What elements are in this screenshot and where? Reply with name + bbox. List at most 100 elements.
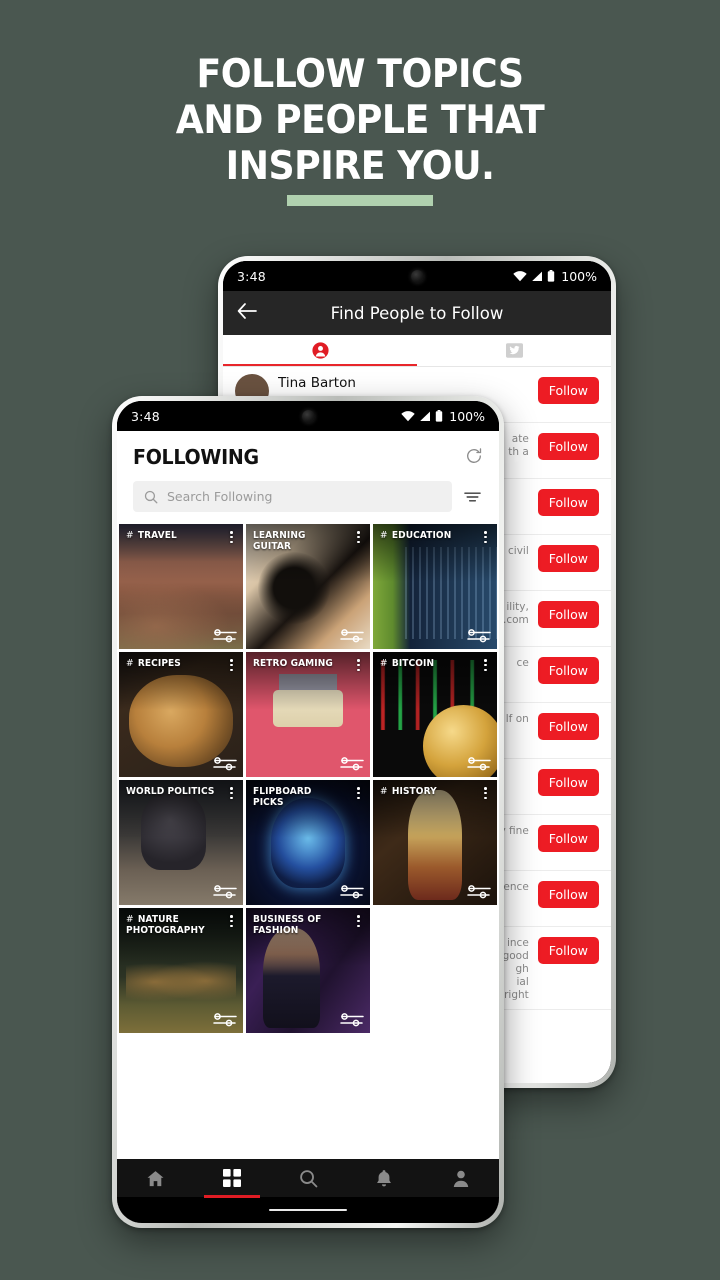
topic-label-text: EDUCATION (391, 530, 452, 541)
search-row: Search Following (117, 469, 499, 524)
back-battery-percent: 100% (561, 268, 597, 284)
follow-button[interactable]: Follow (537, 601, 599, 628)
front-camera-punchhole (410, 269, 424, 283)
follow-button[interactable]: Follow (537, 825, 599, 852)
tune-sliders-icon[interactable] (212, 884, 238, 899)
wifi-icon (401, 410, 415, 422)
tab-twitter[interactable] (417, 335, 611, 366)
nav-grid[interactable] (193, 1169, 269, 1187)
topic-label: FLIPBOARD PICKS (253, 786, 345, 808)
more-options-icon[interactable] (226, 786, 237, 800)
nav-bell[interactable] (346, 1169, 422, 1188)
topic-label-text: RECIPES (137, 658, 181, 670)
follow-button[interactable]: Follow (537, 713, 599, 740)
empty-tile-slot (373, 908, 497, 1034)
tune-sliders-icon[interactable] (212, 756, 238, 771)
grid-icon (222, 1169, 241, 1187)
wifi-icon (513, 270, 527, 282)
home-icon (146, 1169, 165, 1188)
topic-tile[interactable]: WORLD POLITICS (119, 780, 243, 906)
hashtag-icon: # (126, 658, 134, 670)
tune-sliders-icon[interactable] (466, 628, 492, 643)
topic-tile[interactable]: BUSINESS OF FASHION (246, 908, 370, 1034)
topic-label: LEARNING GUITAR (253, 530, 345, 552)
tune-sliders-icon[interactable] (466, 884, 492, 899)
follow-button[interactable]: Follow (537, 937, 599, 964)
front-status-bar: 3:48 100% (117, 401, 499, 431)
topic-label: # NATURE PHOTOGRAPHY (126, 914, 218, 936)
back-tab-bar (223, 335, 611, 367)
gesture-bar (117, 1197, 499, 1223)
tune-sliders-icon[interactable] (339, 628, 365, 643)
person-meta: Tina Barton (278, 374, 529, 393)
filter-icon[interactable] (462, 488, 483, 506)
topic-tile[interactable]: # EDUCATION (373, 524, 497, 650)
back-arrow-icon[interactable] (237, 303, 257, 323)
follow-button[interactable]: Follow (537, 433, 599, 460)
refresh-icon[interactable] (465, 445, 483, 465)
person-icon (311, 342, 329, 359)
topic-tile[interactable]: LEARNING GUITAR (246, 524, 370, 650)
battery-icon (547, 270, 555, 282)
topic-tile[interactable]: # HISTORY (373, 780, 497, 906)
nav-search[interactable] (270, 1169, 346, 1188)
more-options-icon[interactable] (480, 658, 491, 672)
headline-underline (287, 195, 433, 206)
more-options-icon[interactable] (353, 530, 364, 544)
bottom-navigation (117, 1159, 499, 1198)
more-options-icon[interactable] (353, 914, 364, 928)
nav-active-indicator (193, 1195, 269, 1198)
page-title: FOLLOW TOPICS AND PEOPLE THAT INSPIRE YO… (25, 52, 695, 190)
search-input[interactable]: Search Following (133, 481, 452, 512)
front-status-clock: 3:48 (131, 408, 160, 424)
topic-label: # EDUCATION (380, 530, 472, 541)
tune-sliders-icon[interactable] (212, 1012, 238, 1027)
more-options-icon[interactable] (226, 658, 237, 672)
topic-label: # HISTORY (380, 786, 472, 797)
topic-tile[interactable]: # RECIPES (119, 652, 243, 778)
follow-button[interactable]: Follow (537, 657, 599, 684)
tune-sliders-icon[interactable] (339, 884, 365, 899)
topic-label-text: FLIPBOARD PICKS (253, 786, 312, 809)
topic-label: WORLD POLITICS (126, 786, 218, 797)
topic-tile[interactable]: RETRO GAMING (246, 652, 370, 778)
follow-button[interactable]: Follow (537, 489, 599, 516)
tune-sliders-icon[interactable] (339, 756, 365, 771)
person-name: Tina Barton (278, 375, 356, 391)
topic-label-text: HISTORY (391, 786, 437, 798)
more-options-icon[interactable] (226, 914, 237, 928)
nav-home[interactable] (117, 1169, 193, 1188)
back-status-bar: 3:48 100% (223, 261, 611, 291)
tune-sliders-icon[interactable] (212, 628, 238, 643)
hashtag-icon: # (380, 530, 388, 541)
follow-button[interactable]: Follow (537, 377, 599, 404)
following-title: FOLLOWING (133, 445, 259, 469)
topic-tile[interactable]: FLIPBOARD PICKS (246, 780, 370, 906)
tune-sliders-icon[interactable] (466, 756, 492, 771)
hashtag-icon: # (126, 530, 134, 541)
back-appbar-title: Find People to Follow (330, 303, 504, 323)
more-options-icon[interactable] (480, 786, 491, 800)
topic-tile[interactable]: # BITCOIN (373, 652, 497, 778)
follow-button[interactable]: Follow (537, 769, 599, 796)
front-camera-punchhole (301, 409, 315, 423)
tune-sliders-icon[interactable] (339, 1012, 365, 1027)
nav-profile[interactable] (423, 1169, 499, 1188)
topic-label: # BITCOIN (380, 658, 472, 669)
more-options-icon[interactable] (353, 786, 364, 800)
search-icon (144, 490, 158, 504)
follow-button[interactable]: Follow (537, 881, 599, 908)
topic-grid: # TRAVEL LEARNING GUITAR # EDUCATION # RECI… (117, 524, 499, 1034)
follow-button[interactable]: Follow (537, 545, 599, 572)
back-status-clock: 3:48 (237, 268, 266, 284)
more-options-icon[interactable] (226, 530, 237, 544)
more-options-icon[interactable] (480, 530, 491, 544)
more-options-icon[interactable] (353, 658, 364, 672)
topic-tile[interactable]: # NATURE PHOTOGRAPHY (119, 908, 243, 1034)
topic-label-text: RETRO GAMING (253, 658, 333, 670)
back-status-icons: 100% (513, 269, 597, 284)
tab-people[interactable] (223, 335, 417, 366)
hashtag-icon: # (380, 658, 388, 670)
search-icon (299, 1169, 318, 1188)
topic-tile[interactable]: # TRAVEL (119, 524, 243, 650)
